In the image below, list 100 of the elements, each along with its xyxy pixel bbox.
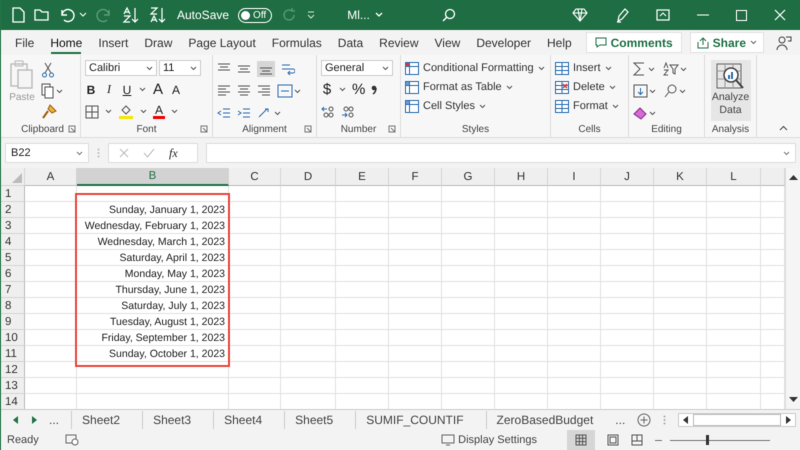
close-icon[interactable]: [774, 9, 786, 21]
borders-icon[interactable]: [85, 104, 99, 118]
collapse-ribbon-icon[interactable]: [779, 125, 788, 131]
font-name-field[interactable]: Calibri: [85, 60, 157, 76]
search-icon[interactable]: [442, 8, 456, 22]
table-cell[interactable]: [281, 202, 336, 218]
table-cell[interactable]: [336, 298, 389, 314]
table-cell[interactable]: [707, 298, 761, 314]
table-cell[interactable]: [442, 346, 495, 362]
table-cell[interactable]: [389, 250, 442, 266]
table-cell[interactable]: [601, 362, 654, 378]
table-cell[interactable]: [389, 314, 442, 330]
table-cell[interactable]: [229, 330, 281, 346]
enter-icon[interactable]: [143, 148, 155, 158]
table-cell[interactable]: [707, 266, 761, 282]
next-sheet-icon[interactable]: [31, 416, 37, 424]
table-cell[interactable]: [389, 266, 442, 282]
table-cell[interactable]: [654, 250, 707, 266]
table-cell[interactable]: [442, 298, 495, 314]
increase-indent-icon[interactable]: [237, 106, 251, 118]
row-header[interactable]: 14: [1, 394, 25, 409]
table-cell[interactable]: [707, 202, 761, 218]
expand-icon[interactable]: [783, 150, 790, 156]
table-cell[interactable]: [281, 186, 336, 202]
table-cell[interactable]: Sunday, October 1, 2023: [77, 346, 229, 362]
table-cell[interactable]: [281, 330, 336, 346]
table-cell[interactable]: [77, 186, 229, 202]
row-header[interactable]: 2: [1, 202, 25, 218]
scroll-thumb[interactable]: [693, 414, 781, 426]
table-cell[interactable]: [548, 218, 601, 234]
table-cell[interactable]: [281, 362, 336, 378]
table-cell[interactable]: [601, 202, 654, 218]
table-cell[interactable]: [654, 314, 707, 330]
number-format-field[interactable]: General: [321, 60, 393, 76]
column-header[interactable]: H: [495, 168, 548, 186]
increase-decimal-icon[interactable]: [321, 106, 335, 118]
table-cell[interactable]: [442, 330, 495, 346]
currency-button[interactable]: $: [321, 81, 333, 98]
table-cell[interactable]: [442, 250, 495, 266]
table-cell[interactable]: [25, 186, 77, 202]
table-cell[interactable]: [389, 186, 442, 202]
column-header[interactable]: B: [77, 168, 229, 186]
table-cell[interactable]: [495, 202, 548, 218]
table-cell[interactable]: [25, 378, 77, 394]
table-cell[interactable]: [601, 298, 654, 314]
menu-tab[interactable]: Data: [330, 32, 372, 54]
menu-tab[interactable]: View: [426, 32, 468, 54]
sheet-tab[interactable]: SUMIF_COUNTIF: [355, 411, 474, 429]
fill-color-icon[interactable]: [118, 104, 134, 120]
table-cell[interactable]: [281, 378, 336, 394]
wrap-text-icon[interactable]: [281, 62, 295, 76]
table-cell[interactable]: [601, 330, 654, 346]
dialog-launcher-icon[interactable]: [388, 125, 396, 133]
table-cell[interactable]: [389, 218, 442, 234]
share-button[interactable]: Share: [690, 32, 764, 53]
table-cell[interactable]: [654, 202, 707, 218]
column-header[interactable]: L: [707, 168, 761, 186]
macro-record-icon[interactable]: [64, 434, 79, 446]
column-header[interactable]: C: [229, 168, 281, 186]
underline-button[interactable]: U: [121, 82, 133, 96]
table-cell[interactable]: [389, 378, 442, 394]
sort-ascending-icon[interactable]: [121, 7, 139, 23]
table-cell[interactable]: [495, 362, 548, 378]
menu-tab[interactable]: Review: [371, 32, 427, 54]
table-cell[interactable]: [707, 282, 761, 298]
table-cell[interactable]: [281, 266, 336, 282]
add-sheet-icon[interactable]: [637, 413, 652, 427]
insert-function-button[interactable]: fx: [169, 146, 178, 160]
styles-menu-button[interactable]: Cell Styles: [405, 98, 546, 114]
row-header[interactable]: 4: [1, 234, 25, 250]
column-header[interactable]: D: [281, 168, 336, 186]
fill-down-icon[interactable]: [633, 84, 657, 98]
page-break-icon[interactable]: [631, 434, 643, 446]
table-cell[interactable]: [442, 266, 495, 282]
table-cell[interactable]: [654, 186, 707, 202]
table-cell[interactable]: [548, 186, 601, 202]
eraser-icon[interactable]: [633, 106, 657, 120]
table-cell[interactable]: [442, 202, 495, 218]
menu-tab[interactable]: File: [7, 32, 42, 54]
font-color-button[interactable]: A: [153, 104, 165, 119]
row-header[interactable]: 13: [1, 378, 25, 394]
previous-sheet-icon[interactable]: [13, 416, 19, 424]
table-cell[interactable]: [548, 282, 601, 298]
row-header[interactable]: 11: [1, 346, 25, 362]
table-cell[interactable]: Sunday, January 1, 2023: [77, 202, 229, 218]
align-middle-icon[interactable]: [237, 62, 251, 74]
table-cell[interactable]: [389, 202, 442, 218]
align-center-icon[interactable]: [237, 84, 251, 96]
menu-tab[interactable]: Formulas: [264, 32, 330, 54]
row-header[interactable]: 12: [1, 362, 25, 378]
table-cell[interactable]: [229, 202, 281, 218]
table-cell[interactable]: [336, 234, 389, 250]
table-cell[interactable]: [495, 218, 548, 234]
row-header[interactable]: 3: [1, 218, 25, 234]
table-cell[interactable]: [548, 202, 601, 218]
table-cell[interactable]: Saturday, April 1, 2023: [77, 250, 229, 266]
table-cell[interactable]: [548, 298, 601, 314]
copy-icon[interactable]: [41, 83, 63, 99]
table-cell[interactable]: [601, 186, 654, 202]
column-header[interactable]: F: [389, 168, 442, 186]
